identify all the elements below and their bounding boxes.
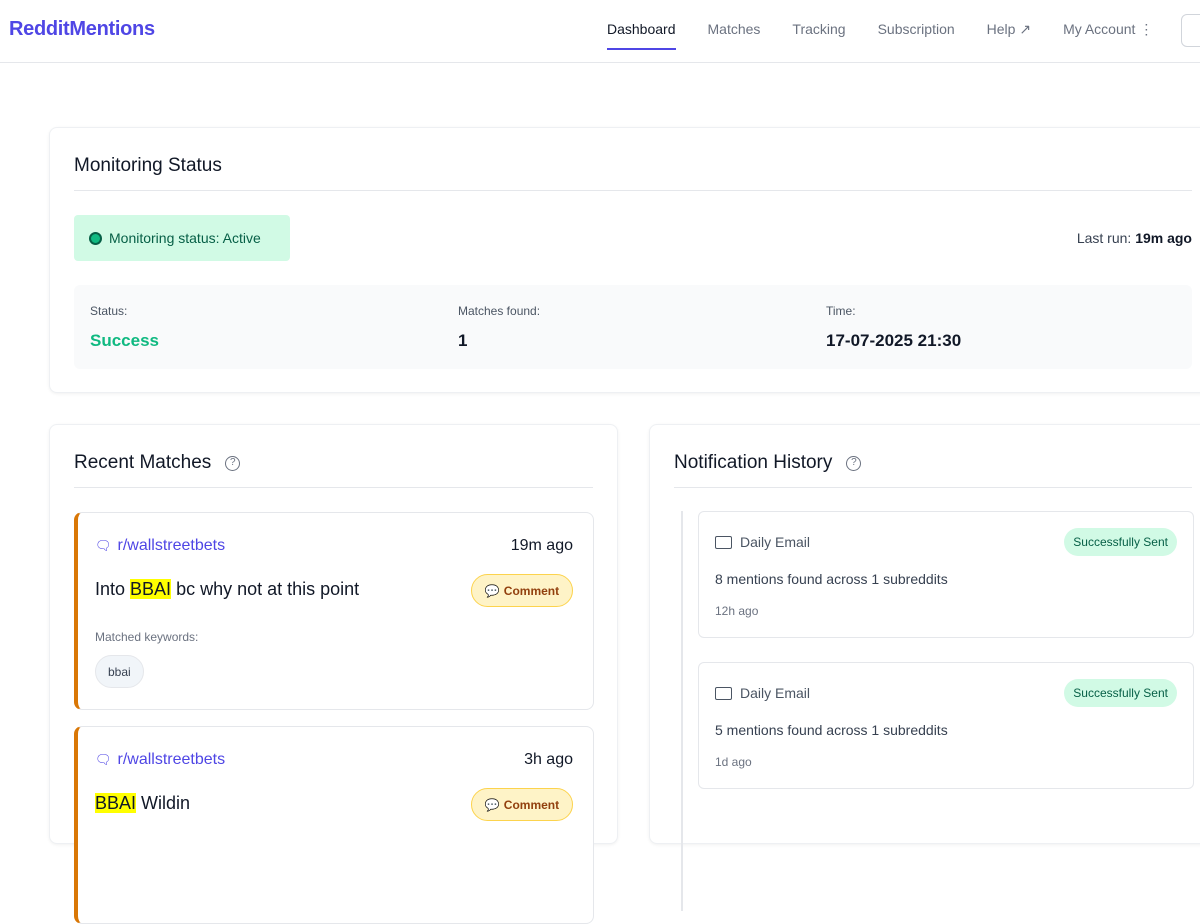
logout-button[interactable] xyxy=(1181,14,1200,47)
nav-matches[interactable]: Matches xyxy=(708,0,761,62)
title-text: bc why not at this point xyxy=(171,579,360,599)
notification-item: Daily Email Successfully Sent 8 mentions… xyxy=(698,511,1194,638)
notification-type: Daily Email xyxy=(740,685,811,701)
subreddit-name: r/wallstreetbets xyxy=(117,537,226,554)
last-run: Last run: 19m ago xyxy=(1077,230,1192,246)
status-badge: Monitoring status: Active xyxy=(74,215,290,261)
notification-item: Daily Email Successfully Sent 5 mentions… xyxy=(698,662,1194,789)
match-time: 19m ago xyxy=(510,537,573,554)
match-item[interactable]: 🗨 r/wallstreetbets 19m ago Into BBAI bc w… xyxy=(74,512,594,710)
status-badge-label: Monitoring status: Active xyxy=(109,230,261,246)
last-run-value: 19m ago xyxy=(1135,230,1192,246)
timeline-line xyxy=(681,511,683,911)
stat-time: Time: 17-07-2025 21:30 xyxy=(826,304,961,351)
status-dot-icon xyxy=(89,231,102,245)
nav-dashboard[interactable]: Dashboard xyxy=(607,0,676,62)
stat-label: Time: xyxy=(826,304,856,318)
stat-value: 17-07-2025 21:30 xyxy=(826,331,962,350)
main-nav: Dashboard Matches Tracking Subscription … xyxy=(607,0,1153,62)
sent-badge: Successfully Sent xyxy=(1064,528,1177,556)
stat-label: Status: xyxy=(90,304,128,318)
stat-matches: Matches found: 1 xyxy=(458,304,540,351)
nav-subscription[interactable]: Subscription xyxy=(878,0,955,62)
sent-badge: Successfully Sent xyxy=(1064,679,1177,707)
top-nav-bar: RedditMentions Dashboard Matches Trackin… xyxy=(0,0,1200,63)
title-text: Wildin xyxy=(136,793,191,813)
nav-my-account[interactable]: My Account ⋮ xyxy=(1063,0,1153,62)
keyword-chip: bbai xyxy=(95,655,144,688)
match-title[interactable]: Into BBAI bc why not at this point xyxy=(95,579,359,600)
mail-icon xyxy=(715,535,732,549)
comment-badge: 💬 Comment xyxy=(471,788,573,821)
notification-time: 1d ago xyxy=(715,755,752,769)
stats-panel: Status: Success Matches found: 1 Time: 17-0… xyxy=(74,285,1192,369)
chat-bubbles-icon: 🗨 xyxy=(95,752,112,767)
notification-desc: 8 mentions found across 1 subreddits xyxy=(715,571,948,587)
match-title[interactable]: BBAI Wildin xyxy=(95,793,190,814)
help-icon[interactable]: ? xyxy=(846,455,862,471)
notification-type: Daily Email xyxy=(740,534,811,550)
chat-bubbles-icon: 🗨 xyxy=(95,538,112,553)
type-label: Comment xyxy=(503,583,560,598)
subreddit-name: r/wallstreetbets xyxy=(117,751,226,768)
speech-bubble-icon: 💬 xyxy=(484,583,500,598)
help-icon[interactable]: ? xyxy=(225,455,241,471)
monitoring-title: Monitoring Status xyxy=(74,155,222,176)
recent-matches-title: Recent Matches xyxy=(74,452,212,473)
stat-status: Status: Success xyxy=(90,304,159,351)
subreddit-link[interactable]: 🗨 r/wallstreetbets xyxy=(95,537,225,555)
stat-value: 1 xyxy=(458,331,468,350)
notification-desc: 5 mentions found across 1 subreddits xyxy=(715,722,948,738)
title-text: Into xyxy=(95,579,131,599)
divider xyxy=(674,487,1192,488)
divider xyxy=(74,190,1192,191)
stat-label: Matches found: xyxy=(458,304,541,318)
divider xyxy=(74,487,593,488)
recent-matches-card: Recent Matches? 🗨 r/wallstreetbets 19m ag… xyxy=(49,424,618,924)
keyword-highlight: BBAI xyxy=(130,579,172,599)
subreddit-link[interactable]: 🗨 r/wallstreetbets xyxy=(95,751,225,769)
match-item[interactable]: 🗨 r/wallstreetbets 3h ago BBAI Wildin 💬 Co… xyxy=(74,726,594,924)
nav-tracking[interactable]: Tracking xyxy=(792,0,845,62)
notification-history-title: Notification History xyxy=(674,452,833,473)
notification-history-card: Notification History? Daily Email Succes… xyxy=(649,424,1200,911)
stat-value: Success xyxy=(90,331,159,350)
mail-icon xyxy=(715,686,732,700)
logo[interactable]: RedditMentions xyxy=(9,18,155,41)
match-time: 3h ago xyxy=(524,751,573,768)
comment-badge: 💬 Comment xyxy=(471,574,573,607)
keyword-highlight: BBAI xyxy=(95,793,137,813)
nav-help[interactable]: Help ↗ xyxy=(987,0,1031,62)
last-run-label: Last run: xyxy=(1076,230,1132,246)
notification-time: 12h ago xyxy=(715,604,759,618)
matched-keywords-label: Matched keywords: xyxy=(95,630,199,644)
monitoring-status-card: Monitoring Status Monitoring status: Act… xyxy=(49,127,1200,393)
